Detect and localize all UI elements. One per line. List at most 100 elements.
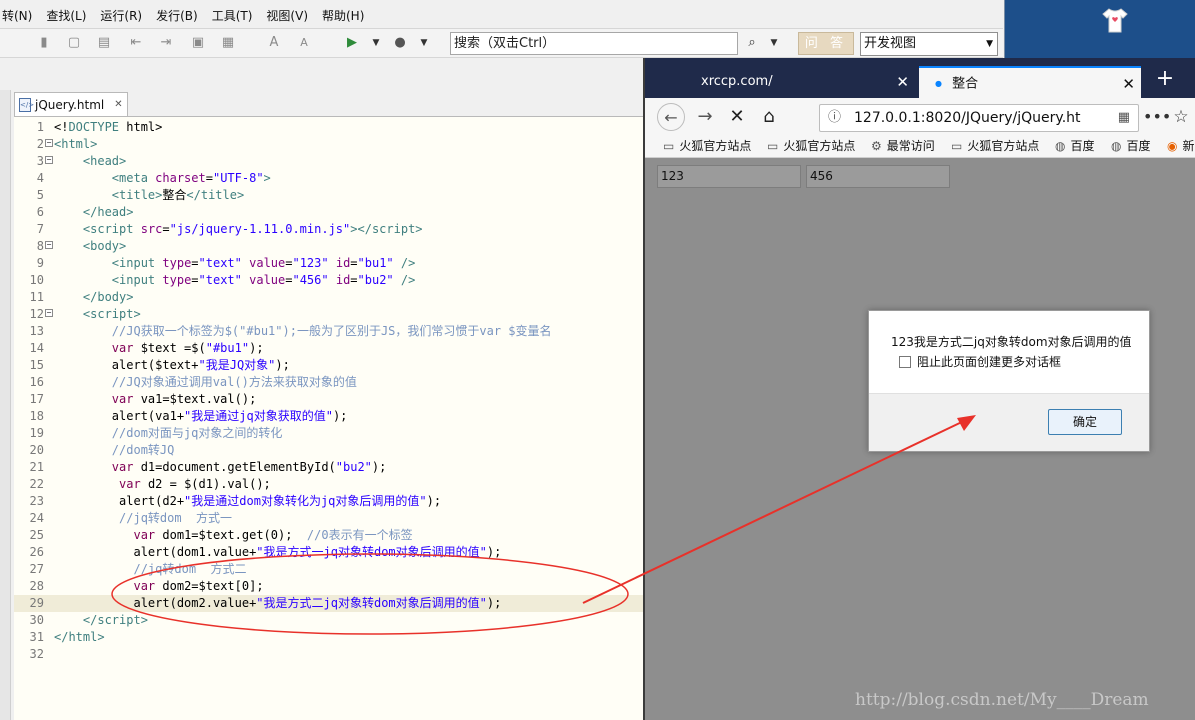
code-line[interactable]: 3− <head> bbox=[14, 153, 650, 170]
code-line[interactable]: 24 //jq转dom 方式一 bbox=[14, 510, 650, 527]
menu-item[interactable]: 工具(T) bbox=[212, 6, 253, 26]
line-number: 24 bbox=[29, 511, 44, 525]
code-line[interactable]: 4 <meta charset="UTF-8"> bbox=[14, 170, 650, 187]
code-line[interactable]: 22 var d2 = $(d1).val(); bbox=[14, 476, 650, 493]
fold-toggle-icon[interactable]: − bbox=[45, 309, 53, 317]
code-line[interactable]: 16 //JQ对象通过调用val()方法来获取对象的值 bbox=[14, 374, 650, 391]
bookmark-item[interactable]: ⚙ 最常访问 bbox=[871, 136, 935, 157]
prevent-dialogs-checkbox[interactable]: 阻止此页面创建更多对话框 bbox=[899, 353, 1061, 370]
ask-button[interactable]: 问 答 bbox=[798, 32, 854, 55]
bookmark-item[interactable]: ◍ 百度 bbox=[1055, 136, 1095, 157]
code-line[interactable]: 20 //dom转JQ bbox=[14, 442, 650, 459]
code-line[interactable]: 19 //dom对面与jq对象之间的转化 bbox=[14, 425, 650, 442]
qr-code-icon[interactable]: ▦ bbox=[1113, 105, 1130, 131]
bookmark-item[interactable]: ◉ 新 bbox=[1167, 136, 1195, 157]
menu-item[interactable]: 帮助(H) bbox=[322, 6, 364, 26]
search-input[interactable]: 搜索（双击Ctrl） bbox=[450, 32, 738, 55]
code-line[interactable]: 6 </head> bbox=[14, 204, 650, 221]
code-editor[interactable]: 1 <!DOCTYPE html> 2− <html> 3− <head> 4 <meta… bbox=[14, 116, 650, 720]
code-line[interactable]: 13 //JQ获取一个标签为$("#bu1");一般为了区别于JS，我们常习惯于… bbox=[14, 323, 650, 340]
run-dropdown-icon[interactable]: ▼ bbox=[368, 35, 384, 51]
fold-toggle-icon[interactable]: − bbox=[45, 139, 53, 147]
code-line[interactable]: 17 var va1=$text.val(); bbox=[14, 391, 650, 408]
bookmark-item[interactable]: ▭ 火狐官方站点 bbox=[663, 136, 751, 157]
close-icon[interactable]: ✕ bbox=[114, 94, 122, 116]
line-number: 7 bbox=[36, 222, 44, 236]
html-file-icon: </> bbox=[19, 97, 34, 112]
tab-active-page[interactable]: ● 整合 ✕ bbox=[919, 66, 1141, 98]
code-line[interactable]: 29 alert(dom2.value+"我是方式二jq对象转dom对象后调用的… bbox=[14, 595, 650, 612]
left-panel-gutter bbox=[0, 90, 11, 720]
code-line[interactable]: 10 <input type="text" value="456" id="bu… bbox=[14, 272, 650, 289]
code-line[interactable]: 30 </script> bbox=[14, 612, 650, 629]
search-dropdown-icon[interactable]: ▼ bbox=[766, 35, 782, 51]
debug-icon[interactable]: ● bbox=[392, 35, 408, 51]
close-icon[interactable]: ✕ bbox=[1122, 68, 1135, 100]
home-icon[interactable]: ⌂ bbox=[755, 103, 783, 131]
code-line[interactable]: 8− <body> bbox=[14, 238, 650, 255]
page-input-bu2[interactable]: 456 bbox=[806, 165, 950, 188]
code-line[interactable]: 18 alert(va1+"我是通过jq对象获取的值"); bbox=[14, 408, 650, 425]
debug-dropdown-icon[interactable]: ▼ bbox=[416, 35, 432, 51]
ok-button[interactable]: 确定 bbox=[1048, 409, 1122, 435]
code-line[interactable]: 28 var dom2=$text[0]; bbox=[14, 578, 650, 595]
step-back-icon[interactable]: ⇤ bbox=[128, 35, 144, 51]
bookmark-label: 火狐官方站点 bbox=[783, 139, 856, 153]
fold-toggle-icon[interactable]: − bbox=[45, 241, 53, 249]
preview-icon[interactable]: ▦ bbox=[220, 35, 236, 51]
code-line[interactable]: 12− <script> bbox=[14, 306, 650, 323]
code-line[interactable]: 2− <html> bbox=[14, 136, 650, 153]
bookmark-item[interactable]: ◍ 百度 bbox=[1111, 136, 1151, 157]
menu-item[interactable]: 查找(L) bbox=[46, 6, 86, 26]
font-decrease-icon[interactable]: A bbox=[296, 35, 312, 51]
code-line[interactable]: 26 alert(dom1.value+"我是方式一jq对象转dom对象后调用的… bbox=[14, 544, 650, 561]
menu-item[interactable]: 视图(V) bbox=[266, 6, 308, 26]
bookmark-label: 新 bbox=[1182, 139, 1195, 153]
code-line[interactable]: 5 <title>整合</title> bbox=[14, 187, 650, 204]
code-line[interactable]: 32 bbox=[14, 646, 650, 663]
bookmark-item[interactable]: ▭ 火狐官方站点 bbox=[951, 136, 1039, 157]
code-text: //JQ获取一个标签为$("#bu1");一般为了区别于JS，我们常习惯于var… bbox=[111, 324, 552, 338]
url-bar[interactable]: ⓘ 127.0.0.1:8020/JQuery/jQuery.ht ▦ bbox=[819, 104, 1139, 132]
info-icon[interactable]: ⓘ bbox=[828, 105, 841, 131]
star-icon[interactable]: ☆ bbox=[1169, 103, 1193, 131]
menu-item[interactable]: 转(N) bbox=[2, 6, 32, 26]
code-line[interactable]: 21 var d1=document.getElementById("bu2")… bbox=[14, 459, 650, 476]
code-text: <body> bbox=[82, 239, 127, 253]
code-line[interactable]: 31 </html> bbox=[14, 629, 650, 646]
fold-toggle-icon[interactable]: − bbox=[45, 156, 53, 164]
editor-tab-jquery-html[interactable]: </> jQuery.html ✕ bbox=[14, 92, 128, 116]
checkbox[interactable] bbox=[899, 355, 911, 368]
forward-arrow-icon[interactable]: → bbox=[691, 103, 719, 131]
code-line[interactable]: 23 alert(d2+"我是通过dom对象转化为jq对象后调用的值"); bbox=[14, 493, 650, 510]
bookmark-label: 百度 bbox=[1070, 139, 1095, 153]
page-input-bu1[interactable]: 123 bbox=[657, 165, 801, 188]
code-line[interactable]: 14 var $text =$("#bu1"); bbox=[14, 340, 650, 357]
step-forward-icon[interactable]: ⇥ bbox=[158, 35, 174, 51]
code-line[interactable]: 25 var dom1=$text.get(0); //0表示有一个标签 bbox=[14, 527, 650, 544]
code-line[interactable]: 11 </body> bbox=[14, 289, 650, 306]
format-icon[interactable]: ▣ bbox=[190, 35, 206, 51]
run-icon[interactable]: ▶ bbox=[344, 35, 360, 51]
code-line[interactable]: 9 <input type="text" value="123" id="bu1… bbox=[14, 255, 650, 272]
stop-icon[interactable]: ✕ bbox=[723, 103, 751, 131]
tab-xrccp[interactable]: xrccp.com/ ✕ bbox=[691, 66, 917, 98]
tshirt-icon[interactable] bbox=[1100, 6, 1130, 34]
search-icon[interactable]: ⌕ bbox=[744, 35, 760, 51]
bookmark-icon[interactable]: ▮ bbox=[36, 35, 52, 51]
code-line[interactable]: 1 <!DOCTYPE html> bbox=[14, 119, 650, 136]
close-icon[interactable]: ✕ bbox=[896, 66, 909, 98]
code-line[interactable]: 27 //jq转dom 方式二 bbox=[14, 561, 650, 578]
bookmark-item[interactable]: ▭ 火狐官方站点 bbox=[767, 136, 856, 157]
more-menu-icon[interactable]: ••• bbox=[1143, 103, 1171, 131]
code-line[interactable]: 7 <script src="js/jquery-1.11.0.min.js">… bbox=[14, 221, 650, 238]
new-tab-button[interactable]: + bbox=[1145, 66, 1185, 94]
export-icon[interactable]: ▤ bbox=[96, 35, 112, 51]
font-increase-icon[interactable]: A bbox=[266, 35, 282, 51]
new-file-icon[interactable]: ▢ bbox=[66, 35, 82, 51]
code-line[interactable]: 15 alert($text+"我是JQ对象"); bbox=[14, 357, 650, 374]
back-arrow-icon[interactable]: ← bbox=[657, 103, 685, 131]
view-select[interactable]: 开发视图 ▼ bbox=[860, 32, 998, 56]
menu-item[interactable]: 发行(B) bbox=[156, 6, 198, 26]
menu-item[interactable]: 运行(R) bbox=[100, 6, 142, 26]
